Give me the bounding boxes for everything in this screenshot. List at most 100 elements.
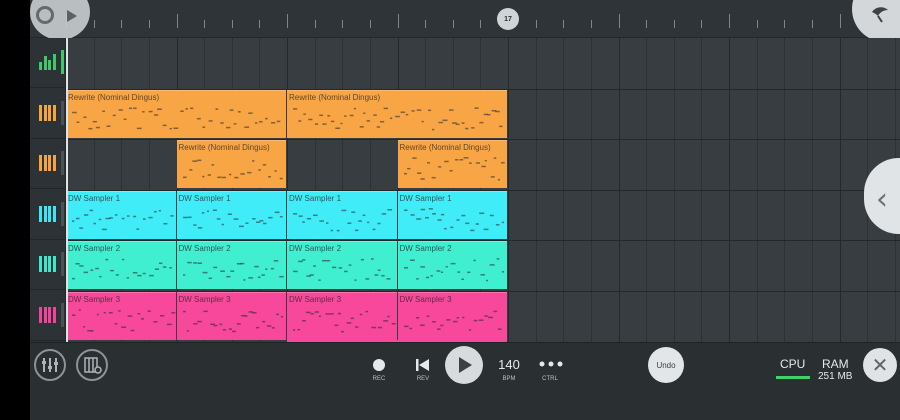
cpu-label: CPU xyxy=(780,357,806,371)
ruler-tick xyxy=(729,14,730,28)
pattern-clip[interactable]: Rewrite (Nominal Dingus) xyxy=(176,140,286,189)
pattern-clip[interactable]: DW Sampler 1 xyxy=(287,190,397,239)
track-header[interactable] xyxy=(30,38,66,88)
clip-notes xyxy=(182,159,283,180)
pattern-clip[interactable]: DW Sampler 1 xyxy=(176,190,286,239)
clip-notes xyxy=(403,157,505,181)
ctrl-label: CTRL xyxy=(542,376,558,382)
rec-label: REC xyxy=(372,376,386,382)
piano-icon xyxy=(39,205,57,222)
ruler-tick xyxy=(673,20,675,28)
clip-notes xyxy=(293,208,393,232)
piano-settings-icon xyxy=(84,357,102,374)
bottom-toolbar: REC REV 140 BPM CTRL Undo CPU RAM 251 MB… xyxy=(30,342,900,420)
piano-settings-button[interactable] xyxy=(76,349,108,381)
pattern-clip[interactable]: DW Sampler 1 xyxy=(66,190,176,239)
mixer-icon xyxy=(42,358,58,372)
track-level-meter xyxy=(61,50,64,74)
pattern-clip[interactable]: DW Sampler 3 xyxy=(66,292,176,340)
ruler-tick xyxy=(563,20,565,28)
ruler-tick xyxy=(93,20,95,28)
track-level-meter xyxy=(61,100,64,125)
track-level-meter xyxy=(61,252,64,277)
piano-icon xyxy=(39,256,57,273)
ruler-tick xyxy=(397,14,399,28)
clip-notes xyxy=(403,258,504,282)
pattern-clip[interactable]: Rewrite (Nominal Dingus) xyxy=(66,89,286,138)
pattern-clip[interactable]: DW Sampler 3 xyxy=(397,292,507,340)
track-header[interactable] xyxy=(30,291,66,341)
ruler-tick xyxy=(784,20,786,28)
pattern-clip[interactable]: DW Sampler 3 xyxy=(176,292,286,340)
clip-notes xyxy=(182,209,283,229)
playhead-marker[interactable]: 17 xyxy=(497,8,519,30)
ruler-tick xyxy=(259,20,261,28)
clip-notes xyxy=(403,207,504,231)
close-button[interactable]: ✕ xyxy=(863,348,897,382)
playlist-grid[interactable]: Rewrite (Nominal Dingus) Rewrite (Nominal… xyxy=(66,38,900,344)
clip-notes xyxy=(72,209,174,230)
bpm-label: BPM xyxy=(502,376,516,382)
rev-label: REV xyxy=(416,376,430,382)
track-header[interactable] xyxy=(30,240,66,291)
ruler-tick xyxy=(121,20,123,28)
ruler-tick xyxy=(369,20,371,28)
mixer-button[interactable] xyxy=(34,349,66,381)
piano-icon xyxy=(39,307,57,323)
track-headers xyxy=(30,38,66,342)
clip-notes xyxy=(182,310,283,333)
clip-notes xyxy=(72,107,281,130)
more-dots-icon xyxy=(539,361,563,367)
ruler-tick xyxy=(646,20,648,28)
ruler-tick xyxy=(535,20,537,28)
ruler-tick xyxy=(314,20,316,28)
pattern-clip[interactable]: Rewrite (Nominal Dingus) xyxy=(287,89,507,138)
ruler-tick xyxy=(425,20,427,28)
pattern-clip[interactable]: DW Sampler 2 xyxy=(176,241,286,290)
ram-value: 251 MB xyxy=(818,371,853,382)
pattern-clip[interactable]: DW Sampler 2 xyxy=(397,241,507,290)
track-header[interactable] xyxy=(30,139,66,190)
clip-notes xyxy=(293,106,503,130)
clip-notes xyxy=(182,260,284,282)
ruler-tick xyxy=(176,14,178,28)
clip-notes xyxy=(293,258,391,282)
ruler-tick xyxy=(452,20,454,28)
undo-button[interactable]: Undo xyxy=(648,347,684,383)
song-start-line xyxy=(66,38,68,344)
track-level-meter xyxy=(61,151,64,176)
play-icon xyxy=(459,357,472,373)
ruler-tick xyxy=(287,14,288,28)
pattern-clip[interactable]: Rewrite (Nominal Dingus) xyxy=(397,140,507,189)
track-header[interactable] xyxy=(30,190,66,240)
pattern-clip[interactable]: DW Sampler 2 xyxy=(66,241,176,290)
close-icon: ✕ xyxy=(871,353,889,377)
ruler-tick xyxy=(618,14,620,28)
loop-icon xyxy=(36,6,54,24)
timeline-ruler[interactable] xyxy=(30,0,900,38)
ruler-tick xyxy=(342,20,344,28)
ruler-tick xyxy=(204,20,206,28)
ruler-tick xyxy=(756,20,758,28)
track-level-meter xyxy=(61,303,64,327)
ctrl-button[interactable] xyxy=(538,357,564,369)
clip-notes xyxy=(293,310,396,333)
ruler-tick xyxy=(590,20,592,28)
pattern-clip[interactable]: DW Sampler 1 xyxy=(397,190,507,239)
pattern-clip[interactable]: DW Sampler 2 xyxy=(287,241,397,290)
ruler-tick xyxy=(148,20,150,28)
record-button[interactable] xyxy=(373,359,385,371)
piano-icon xyxy=(39,155,57,172)
chevron-left-icon: ‹ xyxy=(876,182,888,217)
cpu-meter xyxy=(776,376,810,379)
rewind-button[interactable] xyxy=(415,358,431,372)
track-header[interactable] xyxy=(30,89,66,139)
playlist-app: 17 Rewrite (Nominal Dingus) Rewrite (Nomi… xyxy=(30,0,900,420)
play-button[interactable] xyxy=(445,346,483,384)
pattern-clip[interactable]: DW Sampler 3 xyxy=(287,292,397,340)
bpm-value[interactable]: 140 xyxy=(494,357,524,372)
ruler-tick xyxy=(701,20,703,28)
ruler-tick xyxy=(811,20,813,28)
ruler-tick xyxy=(231,20,233,28)
fruit-logo-icon xyxy=(872,7,888,23)
